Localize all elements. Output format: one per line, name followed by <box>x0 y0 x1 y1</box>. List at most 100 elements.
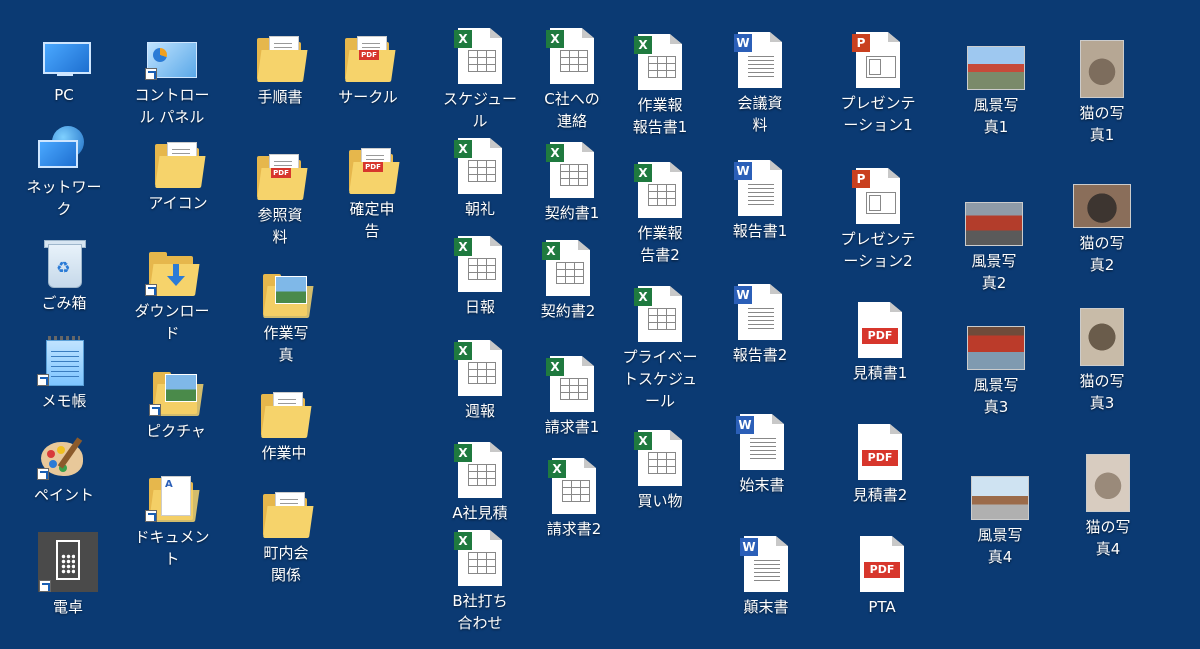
pdf-folder-icon: PDF <box>257 154 308 200</box>
shortcut-arrow-icon <box>145 68 157 80</box>
pdf-folder-icon: PDF <box>345 36 396 82</box>
word-icon: W <box>734 160 782 216</box>
desktop-icon-documents[interactable]: ドキュメン ト <box>126 462 218 572</box>
desktop-icon-folder-references[interactable]: PDF 参照資 料 <box>234 140 326 250</box>
desktop-icon-ppt-presentation-2[interactable]: P プレゼンテ ーション2 <box>832 164 924 274</box>
word-icon: W <box>734 32 782 88</box>
desktop-icon-excel-schedule[interactable]: X スケジュー ル <box>434 24 526 134</box>
desktop-icon-excel-contract-2[interactable]: X 契約書2 <box>522 236 614 346</box>
powerpoint-icon: P <box>852 168 900 224</box>
desktop-icon-folder-tax-return[interactable]: PDF 確定申 告 <box>326 134 418 244</box>
photo-folder-icon <box>263 272 314 318</box>
pdf-icon: PDF <box>860 536 904 592</box>
shortcut-arrow-icon <box>37 468 49 480</box>
photo-thumbnail-icon <box>1080 40 1124 98</box>
photo-thumbnail-icon <box>967 46 1025 90</box>
shortcut-arrow-icon <box>37 374 49 386</box>
desktop-icon-cat-photo-1[interactable]: 猫の写 真1 <box>1056 38 1148 148</box>
desktop-icon-downloads[interactable]: ダウンロー ド <box>126 236 218 346</box>
desktop-icon-excel-c-contact[interactable]: X C社への 連絡 <box>526 24 618 134</box>
desktop-icon-word-meeting-materials[interactable]: W 会議資 料 <box>714 28 806 138</box>
recycle-bin-icon: ♻ <box>44 238 86 288</box>
folder-icon <box>263 492 314 538</box>
desktop-icon-folder-work-photos[interactable]: 作業写 真 <box>240 258 332 368</box>
desktop-icon-word-apology[interactable]: W 始末書 <box>716 410 808 520</box>
excel-icon: X <box>634 162 682 218</box>
desktop-icon-control-panel[interactable]: コントロー ル パネル <box>126 20 218 130</box>
desktop-icon-word-incident-report[interactable]: W 顛末書 <box>720 532 812 642</box>
desktop-icon-excel-private-schedule[interactable]: X プライベー トスケジュ ール <box>614 282 706 416</box>
desktop-icon-cat-photo-4[interactable]: 猫の写 真4 <box>1062 452 1154 562</box>
photo-thumbnail-icon <box>1086 454 1130 512</box>
folder-icon <box>155 142 206 188</box>
excel-icon: X <box>548 458 596 514</box>
desktop-icon-landscape-photo-1[interactable]: 風景写 真1 <box>950 30 1042 140</box>
excel-icon: X <box>454 442 502 498</box>
desktop-icon-cat-photo-3[interactable]: 猫の写 真3 <box>1056 306 1148 416</box>
desktop-icon-landscape-photo-3[interactable]: 風景写 真3 <box>950 310 1042 420</box>
desktop-icon-folder-circle[interactable]: PDF サークル <box>322 22 414 132</box>
pdf-icon: PDF <box>858 424 902 480</box>
desktop-icon-folder-procedures[interactable]: 手順書 <box>234 22 326 132</box>
excel-icon: X <box>454 236 502 292</box>
excel-icon: X <box>634 430 682 486</box>
excel-icon: X <box>546 356 594 412</box>
excel-icon: X <box>454 28 502 84</box>
desktop-icon-excel-b-meeting[interactable]: X B社打ち 合わせ <box>434 526 526 642</box>
desktop-icon-excel-work-report-1[interactable]: X 作業報 報告書1 <box>614 30 706 140</box>
excel-icon: X <box>454 138 502 194</box>
desktop-icon-cat-photo-2[interactable]: 猫の写 真2 <box>1056 168 1148 278</box>
shortcut-arrow-icon <box>39 580 51 592</box>
shortcut-arrow-icon <box>145 510 157 522</box>
photo-thumbnail-icon <box>965 202 1023 246</box>
desktop-icon-pdf-estimate-1[interactable]: PDF 見積書1 <box>834 298 926 408</box>
desktop-icon-folder-neighborhood[interactable]: 町内会 関係 <box>240 478 332 588</box>
desktop-icon-excel-morning-meeting[interactable]: X 朝礼 <box>434 134 526 244</box>
desktop-icon-paint[interactable]: ペイント <box>18 420 110 530</box>
photo-thumbnail-icon <box>1073 184 1131 228</box>
excel-icon: X <box>542 240 590 296</box>
shortcut-arrow-icon <box>145 284 157 296</box>
desktop-icon-pdf-estimate-2[interactable]: PDF 見積書2 <box>834 420 926 530</box>
excel-icon: X <box>454 530 502 586</box>
excel-icon: X <box>546 28 594 84</box>
desktop-icon-excel-shopping[interactable]: X 買い物 <box>614 426 706 536</box>
desktop-icon-pdf-pta[interactable]: PDF PTA <box>836 532 928 642</box>
desktop-icon-folder-in-progress[interactable]: 作業中 <box>238 378 330 488</box>
pdf-folder-icon: PDF <box>349 148 400 194</box>
excel-icon: X <box>634 286 682 342</box>
excel-icon: X <box>634 34 682 90</box>
folder-icon <box>261 392 312 438</box>
desktop-icon-folder-icons[interactable]: アイコン <box>132 128 224 238</box>
desktop-icon-excel-invoice-2[interactable]: X 請求書2 <box>528 454 620 564</box>
desktop-icon-landscape-photo-4[interactable]: 風景写 真4 <box>954 460 1046 570</box>
word-icon: W <box>734 284 782 340</box>
pc-icon <box>39 40 91 80</box>
word-icon: W <box>736 414 784 470</box>
photo-thumbnail-icon <box>1080 308 1124 366</box>
powerpoint-icon: P <box>852 32 900 88</box>
desktop-icon-excel-work-report-2[interactable]: X 作業報 告書2 <box>614 158 706 268</box>
word-icon: W <box>740 536 788 592</box>
shortcut-arrow-icon <box>149 404 161 416</box>
desktop-icon-landscape-photo-2[interactable]: 風景写 真2 <box>948 186 1040 296</box>
photo-thumbnail-icon <box>967 326 1025 370</box>
desktop-icon-excel-daily-report[interactable]: X 日報 <box>434 232 526 342</box>
desktop-icon-word-report-2[interactable]: W 報告書2 <box>714 280 806 390</box>
desktop-icon-excel-invoice-1[interactable]: X 請求書1 <box>526 352 618 462</box>
desktop-icon-word-report-1[interactable]: W 報告書1 <box>714 156 806 266</box>
desktop: PC ネットワー ク ♻ ごみ箱 メモ帳 ペイント 電卓 コントロー ル パネル… <box>0 0 1200 649</box>
photo-thumbnail-icon <box>971 476 1029 520</box>
pdf-icon: PDF <box>858 302 902 358</box>
desktop-icon-excel-weekly-report[interactable]: X 週報 <box>434 336 526 446</box>
excel-icon: X <box>454 340 502 396</box>
excel-icon: X <box>546 142 594 198</box>
desktop-icon-ppt-presentation-1[interactable]: P プレゼンテ ーション1 <box>832 28 924 138</box>
desktop-icon-pictures[interactable]: ピクチャ <box>130 356 222 466</box>
desktop-icon-calculator[interactable]: 電卓 <box>22 530 114 640</box>
network-icon <box>38 126 90 172</box>
folder-icon <box>257 36 308 82</box>
desktop-icon-network[interactable]: ネットワー ク <box>18 112 110 222</box>
desktop-icon-excel-contract-1[interactable]: X 契約書1 <box>526 138 618 248</box>
desktop-icon-recycle-bin[interactable]: ♻ ごみ箱 <box>18 228 110 338</box>
